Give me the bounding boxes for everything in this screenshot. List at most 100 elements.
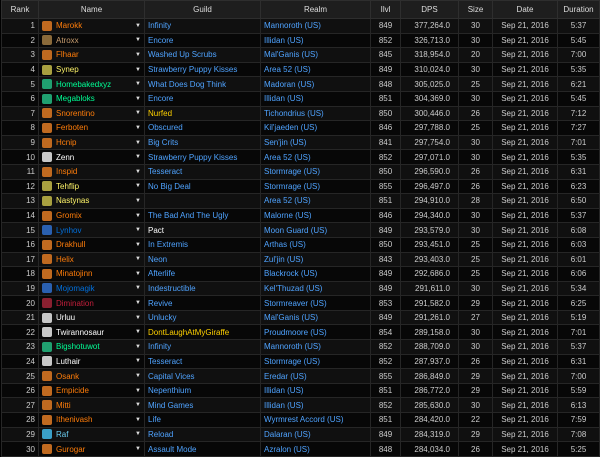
chevron-down-icon[interactable]: ▼ xyxy=(135,373,141,379)
chevron-down-icon[interactable]: ▼ xyxy=(135,198,141,204)
table-row[interactable]: 22 Twirannosaur ▼ DontLaughAtMyGiraffe Proud… xyxy=(1,324,600,341)
name-cell[interactable]: Gromix ▼ xyxy=(38,207,145,224)
guild-link[interactable]: Encore xyxy=(144,90,261,107)
table-row[interactable]: 8 Ferboten ▼ Obscured Kil'jaeden (US) 846 297,… xyxy=(1,120,600,136)
name-cell[interactable]: Mitti ▼ xyxy=(38,397,145,414)
realm-link[interactable]: Area 52 (US) xyxy=(260,149,371,165)
name-cell[interactable]: Helix ▼ xyxy=(38,251,145,268)
player-name-link[interactable]: Helix xyxy=(56,255,135,264)
table-row[interactable]: 20 Dimination ▼ Revive Stormreaver (US) 853 29… xyxy=(1,295,600,311)
guild-link[interactable]: Capital Vices xyxy=(144,368,261,384)
table-row[interactable]: 12 Tehflip ▼ No Big Deal Stormrage (US) 855 29… xyxy=(1,178,600,195)
player-name-link[interactable]: Osank xyxy=(56,372,135,381)
name-cell[interactable]: Synep ▼ xyxy=(38,61,145,78)
table-row[interactable]: 19 Mojomagik ▼ Indestructible Kel'Thuzad (US… xyxy=(1,280,600,297)
realm-link[interactable]: Madoran (US) xyxy=(260,76,371,92)
realm-link[interactable]: Tichondrius (US) xyxy=(260,105,371,122)
realm-link[interactable]: Mal'Ganis (US) xyxy=(260,309,371,326)
chevron-down-icon[interactable]: ▼ xyxy=(135,344,141,350)
table-row[interactable]: 25 Osank ▼ Capital Vices Eredar (US) 855 286,8… xyxy=(1,368,600,384)
player-name-link[interactable]: Gurogar xyxy=(56,445,135,454)
name-cell[interactable]: Lynhov ▼ xyxy=(38,222,145,238)
chevron-down-icon[interactable]: ▼ xyxy=(135,315,141,321)
table-row[interactable]: 5 Homebakedxyz ▼ What Does Dog Think Madoran… xyxy=(1,76,600,92)
player-name-link[interactable]: Bigshotuwot xyxy=(56,342,135,351)
player-name-link[interactable]: Zenn xyxy=(56,153,135,162)
col-header-guild[interactable]: Guild xyxy=(144,0,261,19)
realm-link[interactable]: Kil'jaeden (US) xyxy=(260,120,371,136)
player-name-link[interactable]: Ferboten xyxy=(56,123,135,132)
col-header-dps[interactable]: DPS xyxy=(400,0,459,19)
player-name-link[interactable]: Raf xyxy=(56,430,135,439)
name-cell[interactable]: Inspid ▼ xyxy=(38,163,145,180)
name-cell[interactable]: Urluu ▼ xyxy=(38,309,145,326)
realm-link[interactable]: Mannoroth (US) xyxy=(260,18,371,34)
table-row[interactable]: 9 Hcnip ▼ Big Crits Sen'jin (US) 841 297,754.0… xyxy=(1,134,600,151)
realm-link[interactable]: Moon Guard (US) xyxy=(260,222,371,238)
chevron-down-icon[interactable]: ▼ xyxy=(135,227,141,233)
player-name-link[interactable]: Megabloks xyxy=(56,94,135,103)
guild-link[interactable]: Big Crits xyxy=(144,134,261,151)
player-name-link[interactable]: Luthair xyxy=(56,357,135,366)
realm-link[interactable]: Illidan (US) xyxy=(260,90,371,107)
player-name-link[interactable]: Gromix xyxy=(56,211,135,220)
name-cell[interactable]: Marokk ▼ xyxy=(38,18,145,34)
guild-link[interactable]: Life xyxy=(144,412,261,428)
guild-link[interactable]: Mind Games xyxy=(144,397,261,414)
chevron-down-icon[interactable]: ▼ xyxy=(135,300,141,306)
chevron-down-icon[interactable]: ▼ xyxy=(135,271,141,277)
player-name-link[interactable]: Nastynas xyxy=(56,196,135,205)
realm-link[interactable]: Illidan (US) xyxy=(260,397,371,414)
chevron-down-icon[interactable]: ▼ xyxy=(135,81,141,87)
name-cell[interactable]: Osank ▼ xyxy=(38,368,145,384)
name-cell[interactable]: Tehflip ▼ xyxy=(38,178,145,195)
chevron-down-icon[interactable]: ▼ xyxy=(135,125,141,131)
chevron-down-icon[interactable]: ▼ xyxy=(135,329,141,335)
chevron-down-icon[interactable]: ▼ xyxy=(135,388,141,394)
guild-link[interactable]: Infinity xyxy=(144,339,261,355)
guild-link[interactable]: Unlucky xyxy=(144,309,261,326)
player-name-link[interactable]: Atroxx xyxy=(56,36,135,45)
table-row[interactable]: 26 Empicide ▼ Nepenthium Illidan (US) 851 286,… xyxy=(1,382,600,399)
realm-link[interactable]: Illidan (US) xyxy=(260,32,371,49)
table-row[interactable]: 14 Gromix ▼ The Bad And The Ugly Malorne (US… xyxy=(1,207,600,224)
name-cell[interactable]: Zenn ▼ xyxy=(38,149,145,165)
chevron-down-icon[interactable]: ▼ xyxy=(135,96,141,102)
chevron-down-icon[interactable]: ▼ xyxy=(135,169,141,175)
table-row[interactable]: 23 Bigshotuwot ▼ Infinity Mannoroth (US) 852 2… xyxy=(1,339,600,355)
guild-link[interactable]: Tesseract xyxy=(144,163,261,180)
chevron-down-icon[interactable]: ▼ xyxy=(135,213,141,219)
col-header-name[interactable]: Name xyxy=(38,0,145,19)
chevron-down-icon[interactable]: ▼ xyxy=(135,446,141,452)
name-cell[interactable]: Twirannosaur ▼ xyxy=(38,324,145,341)
chevron-down-icon[interactable]: ▼ xyxy=(135,431,141,437)
col-header-date[interactable]: Date xyxy=(492,0,558,19)
realm-link[interactable]: Stormreaver (US) xyxy=(260,295,371,311)
player-name-link[interactable]: Dimination xyxy=(56,299,135,308)
chevron-down-icon[interactable]: ▼ xyxy=(135,402,141,408)
chevron-down-icon[interactable]: ▼ xyxy=(135,256,141,262)
table-row[interactable]: 11 Inspid ▼ Tesseract Stormrage (US) 850 296,5… xyxy=(1,163,600,180)
guild-link[interactable]: Assault Mode xyxy=(144,441,261,457)
chevron-down-icon[interactable]: ▼ xyxy=(135,242,141,248)
player-name-link[interactable]: Lynhov xyxy=(56,226,135,235)
table-row[interactable]: 1 Marokk ▼ Infinity Mannoroth (US) 849 377,264… xyxy=(1,18,600,34)
guild-link[interactable]: What Does Dog Think xyxy=(144,76,261,92)
guild-link[interactable]: Indestructible xyxy=(144,280,261,297)
name-cell[interactable]: Megabloks ▼ xyxy=(38,90,145,107)
guild-link[interactable]: In Extremis xyxy=(144,236,261,253)
player-name-link[interactable]: Twirannosaur xyxy=(56,328,135,337)
player-name-link[interactable]: Inspid xyxy=(56,167,135,176)
table-row[interactable]: 30 Gurogar ▼ Assault Mode Azralon (US) 848 284… xyxy=(1,441,600,457)
realm-link[interactable]: Wyrmrest Accord (US) xyxy=(260,412,371,428)
chevron-down-icon[interactable]: ▼ xyxy=(135,154,141,160)
name-cell[interactable]: Raf ▼ xyxy=(38,426,145,443)
realm-link[interactable]: Area 52 (US) xyxy=(260,61,371,78)
name-cell[interactable]: Minatojinn ▼ xyxy=(38,266,145,282)
realm-link[interactable]: Kel'Thuzad (US) xyxy=(260,280,371,297)
chevron-down-icon[interactable]: ▼ xyxy=(135,110,141,116)
realm-link[interactable]: Stormrage (US) xyxy=(260,353,371,370)
realm-link[interactable]: Azralon (US) xyxy=(260,441,371,457)
table-row[interactable]: 13 Nastynas ▼ Area 52 (US) 851 294,910.0 28 Sep… xyxy=(1,193,600,209)
player-name-link[interactable]: Mojomagik xyxy=(56,284,135,293)
